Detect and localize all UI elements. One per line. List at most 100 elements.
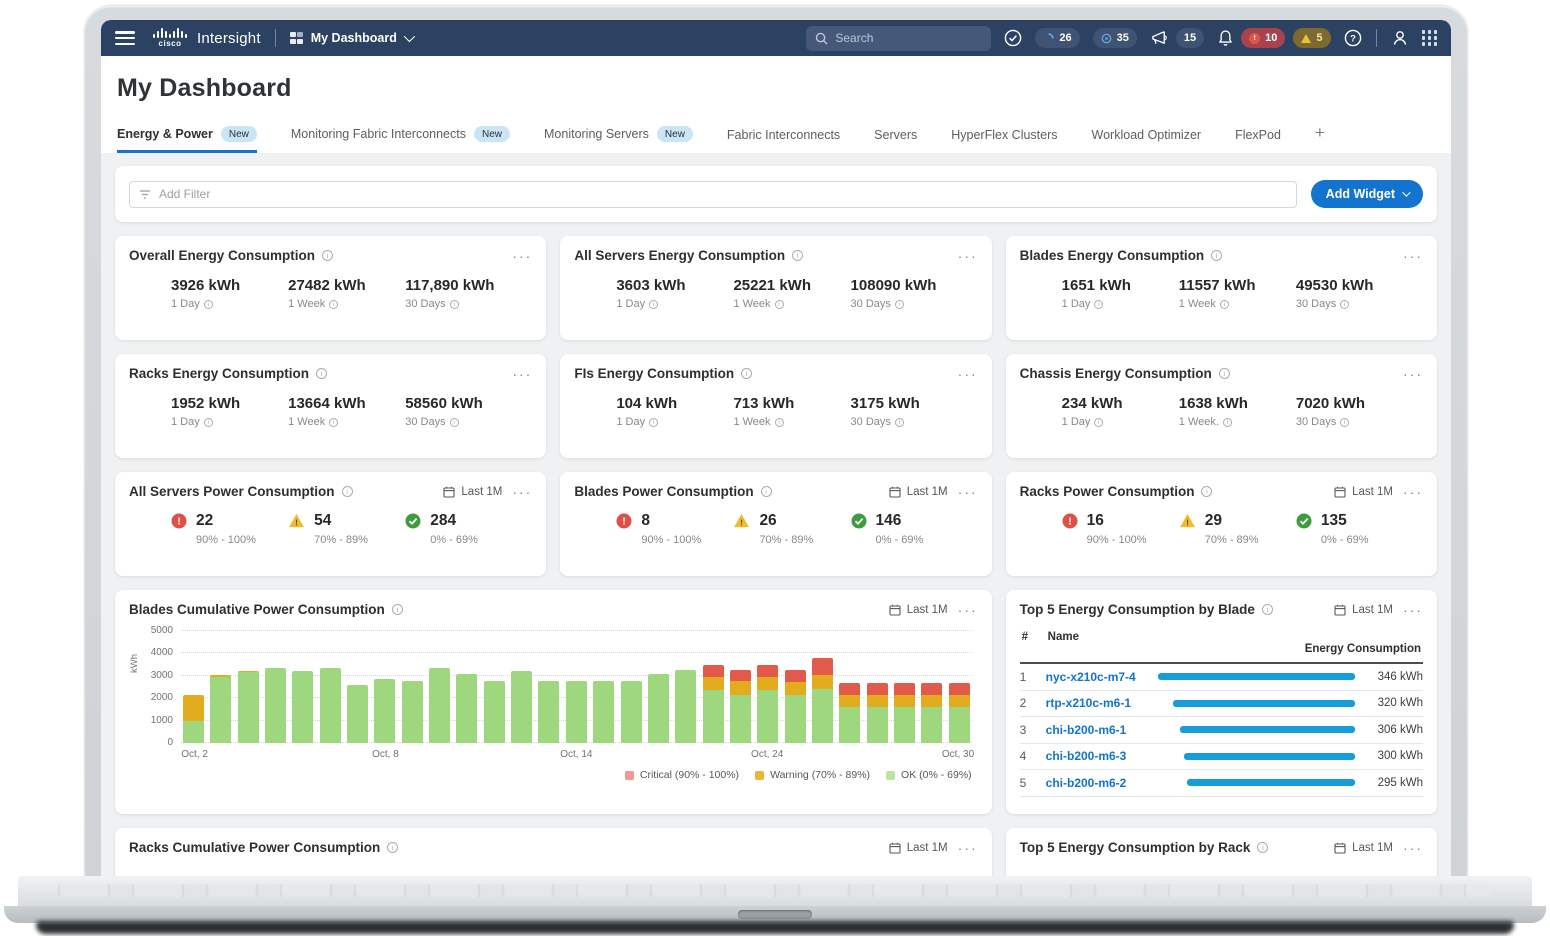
alarms-bell-icon[interactable] xyxy=(1217,29,1234,47)
critical-status-icon: ! xyxy=(1062,513,1078,529)
stat: 3175 kWh 30 Daysi xyxy=(851,395,968,428)
dashboard-selector[interactable]: My Dashboard xyxy=(290,31,412,45)
time-range-selector[interactable]: Last 1M xyxy=(1334,842,1393,854)
bar-segment-critical xyxy=(785,670,806,682)
add-widget-button[interactable]: Add Widget xyxy=(1311,180,1423,208)
stacked-bar xyxy=(921,683,942,743)
widget-racks-energy-consumption: Racks Energy Consumptioni···1952 kWh1 Da… xyxy=(115,354,546,458)
bars-container xyxy=(183,631,970,743)
calendar-icon xyxy=(889,486,901,498)
stacked-bar xyxy=(320,668,341,743)
stacked-bar xyxy=(867,683,888,743)
widget-options-menu[interactable]: ··· xyxy=(958,488,978,496)
row-value: 320 kWh xyxy=(1361,697,1423,709)
widget-options-menu[interactable]: ··· xyxy=(958,844,978,852)
tab-servers[interactable]: Servers xyxy=(874,128,917,153)
svg-text:!: ! xyxy=(1186,518,1189,528)
widget-options-menu[interactable]: ··· xyxy=(958,252,978,260)
widget-options-menu[interactable]: ··· xyxy=(1403,252,1423,260)
widget-overall-energy-consumption: Overall Energy Consumptioni···3926 kWh1 … xyxy=(115,236,546,340)
announcements-count-badge[interactable]: 15 xyxy=(1176,28,1204,48)
chassis-energy-consumption-title: Chassis Energy Consumption xyxy=(1020,366,1212,381)
consumption-bar xyxy=(1158,673,1355,680)
calendar-icon xyxy=(889,842,901,854)
widget-header: Racks Energy Consumptioni··· xyxy=(129,366,532,381)
widget-options-menu[interactable]: ··· xyxy=(1403,844,1423,852)
widget-options-menu[interactable]: ··· xyxy=(512,252,532,260)
in-progress-count: 26 xyxy=(1059,32,1071,44)
info-icon: i xyxy=(1257,842,1268,853)
requests-success-icon[interactable] xyxy=(1004,29,1022,47)
requests-in-progress-badge[interactable]: 26 xyxy=(1035,28,1079,48)
stacked-bar xyxy=(183,695,204,743)
power-stat-warning: !2670% - 89% xyxy=(733,513,850,546)
warning-alarm-icon xyxy=(1301,34,1311,43)
tab-workload-optimizer[interactable]: Workload Optimizer xyxy=(1092,128,1202,153)
widget-options-menu[interactable]: ··· xyxy=(1403,488,1423,496)
time-range-selector[interactable]: Last 1M xyxy=(889,486,948,498)
bar-segment-ok xyxy=(210,677,231,743)
time-range-selector[interactable]: Last 1M xyxy=(443,486,502,498)
svg-text:!: ! xyxy=(741,518,744,528)
info-icon: i xyxy=(342,486,353,497)
widget-header: Top 5 Energy Consumption by BladeiLast 1… xyxy=(1020,602,1423,617)
time-range-selector[interactable]: Last 1M xyxy=(889,604,948,616)
alarms-critical-badge[interactable]: ! 10 xyxy=(1241,28,1285,48)
tab-monitoring-servers[interactable]: Monitoring ServersNew xyxy=(544,126,693,153)
tab-monitoring-fabric-interconnects[interactable]: Monitoring Fabric InterconnectsNew xyxy=(291,126,510,153)
stat-label: 1 Dayi xyxy=(171,298,288,310)
consumption-bar xyxy=(1180,726,1355,733)
tab-label: FlexPod xyxy=(1235,128,1281,142)
add-tab-button[interactable]: + xyxy=(1315,123,1325,153)
blade-name-link[interactable]: chi-b200-m6-2 xyxy=(1046,776,1164,790)
y-axis-tick: 3000 xyxy=(151,670,173,681)
blade-name-link[interactable]: nyc-x210c-m7-4 xyxy=(1046,670,1164,684)
help-icon[interactable]: ? xyxy=(1344,29,1362,47)
blade-name-link[interactable]: chi-b200-m6-3 xyxy=(1046,749,1164,763)
bar-segment-ok xyxy=(730,695,751,743)
widget-options-menu[interactable]: ··· xyxy=(958,606,978,614)
user-profile-icon[interactable] xyxy=(1391,29,1409,47)
power-stat-range: 0% - 69% xyxy=(1321,534,1369,546)
widget-options-menu[interactable]: ··· xyxy=(512,370,532,378)
tab-energy-power[interactable]: Energy & PowerNew xyxy=(117,126,257,153)
tab-hyperflex-clusters[interactable]: HyperFlex Clusters xyxy=(951,128,1057,153)
widget-options-menu[interactable]: ··· xyxy=(1403,606,1423,614)
widget-options-menu[interactable]: ··· xyxy=(958,370,978,378)
info-icon: i xyxy=(1094,418,1103,427)
widgets-grid: Overall Energy Consumptioni···3926 kWh1 … xyxy=(115,236,1437,880)
column-header-name: Name xyxy=(1048,631,1301,643)
menu-hamburger-icon[interactable] xyxy=(115,31,135,45)
widget-options-menu[interactable]: ··· xyxy=(1403,370,1423,378)
blade-name-link[interactable]: rtp-x210c-m6-1 xyxy=(1046,696,1164,710)
bar-segment-warning xyxy=(183,695,204,721)
tab-flexpod[interactable]: FlexPod xyxy=(1235,128,1281,153)
widget-options-menu[interactable]: ··· xyxy=(512,488,532,496)
announcements-megaphone-icon[interactable] xyxy=(1150,30,1169,47)
bar-segment-ok xyxy=(429,668,450,743)
tab-fabric-interconnects[interactable]: Fabric Interconnects xyxy=(727,128,840,153)
time-range-selector[interactable]: Last 1M xyxy=(889,842,948,854)
stat-label: 1 Dayi xyxy=(1062,298,1179,310)
requests-scheduled-badge[interactable]: 35 xyxy=(1093,28,1137,48)
stat-label: 1 Weeki xyxy=(288,298,405,310)
time-range-selector[interactable]: Last 1M xyxy=(1334,604,1393,616)
alarms-warning-badge[interactable]: 5 xyxy=(1293,28,1330,48)
stat-value: 3175 kWh xyxy=(851,395,968,412)
row-rank: 3 xyxy=(1020,723,1046,737)
search-input[interactable]: Search xyxy=(806,26,991,51)
stat-label: 30 Daysi xyxy=(851,416,968,428)
bar-segment-critical xyxy=(839,683,860,695)
app-switcher-icon[interactable] xyxy=(1422,30,1438,46)
stats-row: 104 kWh1 Dayi713 kWh1 Weeki3175 kWh30 Da… xyxy=(574,381,977,428)
blade-name-link[interactable]: chi-b200-m6-1 xyxy=(1046,723,1164,737)
warning-alarm-count: 5 xyxy=(1316,32,1322,44)
laptop-screen-frame: cisco Intersight My Dashboard Search 26 xyxy=(85,6,1467,880)
bar-segment-warning xyxy=(949,695,970,707)
time-range-selector[interactable]: Last 1M xyxy=(1334,486,1393,498)
widget-blades-energy-consumption: Blades Energy Consumptioni···1651 kWh1 D… xyxy=(1006,236,1437,340)
stacked-bar xyxy=(839,683,860,743)
power-stat-count: 135 xyxy=(1321,513,1369,529)
power-stat-ok: 1460% - 69% xyxy=(851,513,968,546)
add-filter-input[interactable]: Add Filter xyxy=(129,181,1297,208)
